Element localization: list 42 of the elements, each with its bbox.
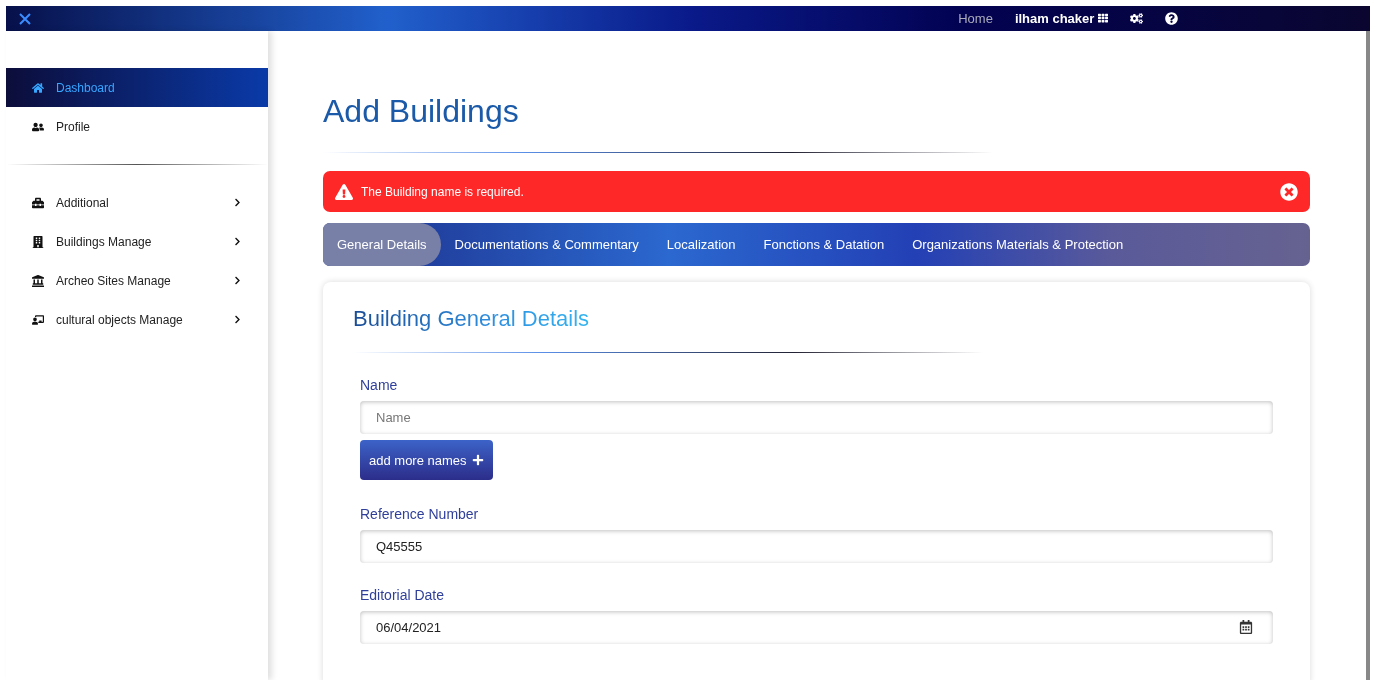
sidebar-item-label: Buildings Manage (56, 234, 152, 249)
toolbox-icon (32, 196, 44, 209)
input-field[interactable]: Name (360, 401, 1273, 434)
tab[interactable]: Documentations & Commentary (440, 223, 653, 266)
users-icon (32, 120, 44, 133)
close-button[interactable] (1280, 182, 1298, 201)
sidebar-item[interactable]: Dashboard (6, 68, 268, 107)
sidebar-item-label: Profile (56, 119, 90, 134)
nav-link[interactable]: ilham chaker (1014, 11, 1108, 26)
home-icon (32, 81, 44, 94)
warning-icon (335, 182, 353, 201)
sidebar-item-label: Dashboard (56, 80, 115, 95)
help-icon[interactable] (1165, 12, 1178, 25)
page-title: Add Buildings (323, 93, 520, 130)
tab[interactable]: General Details (323, 223, 441, 266)
field-label: Reference Number (360, 506, 480, 522)
sidebar-item[interactable]: Buildings Manage (6, 222, 268, 261)
settings-icon[interactable] (1130, 12, 1143, 25)
nav-link[interactable]: Home (958, 11, 993, 26)
sidebar-item-label: cultural objects Manage (56, 312, 183, 327)
sidebar-item[interactable]: Profile (6, 107, 268, 146)
alert-message: The Building name is required. (361, 184, 525, 199)
calendar-icon[interactable] (1239, 620, 1253, 634)
logo-icon (18, 11, 32, 26)
plus-icon (471, 454, 484, 466)
tab[interactable]: Organizations Materials & Protection (898, 223, 1138, 266)
tab[interactable]: Localization (652, 223, 750, 266)
sidebar-item[interactable]: Additional (6, 183, 268, 222)
field-label: Editorial Date (360, 587, 446, 603)
grid-icon (1098, 13, 1108, 23)
sidebar-item[interactable]: Archeo Sites Manage (6, 261, 268, 300)
date-field[interactable]: 06/04/2021 (360, 611, 1273, 644)
presentation-icon (32, 313, 44, 326)
landmark-icon (32, 274, 44, 287)
building-icon (32, 235, 44, 248)
sidebar-item-label: Additional (56, 195, 109, 210)
field-label: Name (360, 377, 399, 393)
tab[interactable]: Fonctions & Datation (749, 223, 899, 266)
input-field[interactable]: Q45555 (360, 530, 1273, 563)
add-names-button[interactable]: add more names (360, 440, 493, 480)
sidebar-item[interactable]: cultural objects Manage (6, 300, 268, 339)
sidebar-item-label: Archeo Sites Manage (56, 273, 171, 288)
